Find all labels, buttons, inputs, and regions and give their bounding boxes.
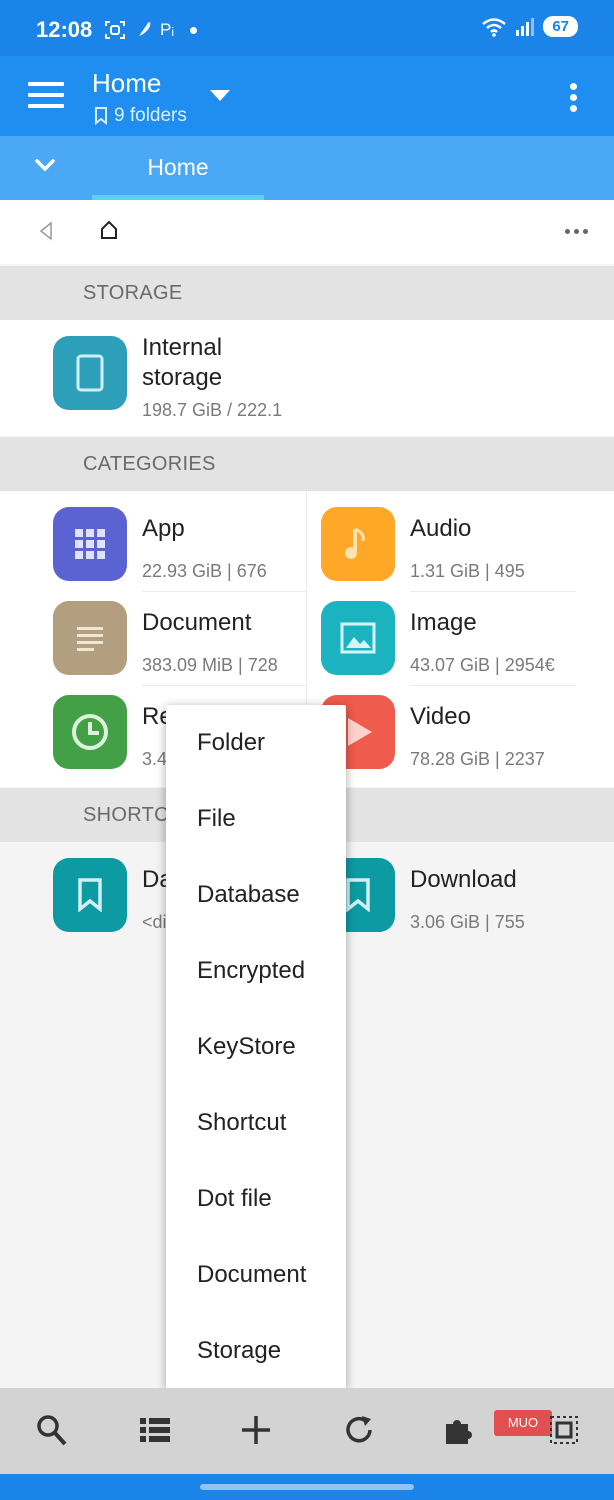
new-item-menu: Folder File Database Encrypted KeyStore … <box>166 705 346 1389</box>
category-meta: 78.28 GiB | 2237 <box>410 749 545 769</box>
storage-item-internal[interactable]: Internal storage 198.7 GiB / 222.1 <box>0 320 614 436</box>
menu-item-document[interactable]: Document <box>197 1261 306 1289</box>
category-name: Audio <box>410 515 472 542</box>
menu-item-shortcut[interactable]: Shortcut <box>197 1109 286 1137</box>
storage-name-line1: Internal <box>142 334 223 361</box>
section-header-storage: STORAGE <box>0 266 614 320</box>
apps-grid-icon <box>53 507 127 581</box>
category-app[interactable]: App 22.93 GiB | 676 <box>0 491 306 585</box>
notification-label: Pᵢ <box>160 20 175 39</box>
shortcut-meta: <di <box>142 912 167 932</box>
menu-item-storage[interactable]: Storage <box>197 1337 281 1365</box>
back-icon[interactable] <box>38 221 54 241</box>
screenshot-icon <box>105 21 125 39</box>
wifi-icon <box>482 17 507 37</box>
more-horiz-icon[interactable] <box>565 229 588 234</box>
page-title: Home <box>92 68 162 98</box>
list-view-icon[interactable] <box>139 1414 171 1446</box>
chevron-down-icon[interactable] <box>34 154 56 176</box>
category-name: Video <box>410 703 471 730</box>
category-meta: 3.4 <box>142 749 168 769</box>
plugin-icon[interactable] <box>443 1414 477 1446</box>
app-bar: Home 9 folders <box>0 56 614 136</box>
category-video[interactable]: Video 78.28 GiB | 2237 <box>307 679 614 779</box>
status-bar: 12:08 Pᵢ 67 <box>0 0 614 56</box>
menu-item-dot-file[interactable]: Dot file <box>197 1185 272 1213</box>
add-icon[interactable] <box>240 1414 272 1446</box>
menu-item-folder[interactable]: Folder <box>197 729 265 757</box>
folder-count-label: 9 folders <box>114 105 187 126</box>
music-note-icon <box>321 507 395 581</box>
image-icon <box>321 601 395 675</box>
signal-icon <box>516 17 535 36</box>
clock-icon <box>53 695 127 769</box>
tab-bar: Home <box>0 136 614 200</box>
category-document[interactable]: Document 383.09 MiB | 728 <box>0 585 306 679</box>
tablet-icon <box>53 336 127 410</box>
shortcut-name: Download <box>410 866 517 893</box>
tab-home[interactable]: Home <box>92 136 264 200</box>
category-meta: 22.93 GiB | 676 <box>142 561 267 581</box>
menu-item-file[interactable]: File <box>197 805 236 833</box>
title-dropdown-icon[interactable] <box>210 90 230 101</box>
breadcrumb <box>0 200 614 264</box>
category-name: Image <box>410 609 477 636</box>
document-icon <box>53 601 127 675</box>
category-name: Document <box>142 609 252 636</box>
select-icon[interactable] <box>549 1414 579 1446</box>
category-name: App <box>142 515 185 542</box>
category-meta: 43.07 GiB | 2954€ <box>410 655 555 675</box>
storage-name-line2: storage <box>142 364 223 391</box>
category-image[interactable]: Image 43.07 GiB | 2954€ <box>307 585 614 679</box>
section-header-categories: CATEGORIES <box>0 437 614 491</box>
folder-count: 9 folders <box>94 105 187 127</box>
search-icon[interactable] <box>36 1414 68 1448</box>
category-meta: 383.09 MiB | 728 <box>142 655 278 675</box>
bookmark-small-icon <box>95 107 107 125</box>
home-icon[interactable] <box>100 220 118 240</box>
hamburger-menu-icon[interactable] <box>28 82 64 110</box>
notification-dot-icon <box>190 26 198 34</box>
category-audio[interactable]: Audio 1.31 GiB | 495 <box>307 491 614 585</box>
more-vert-icon[interactable] <box>570 83 578 116</box>
menu-item-database[interactable]: Database <box>197 881 300 909</box>
menu-item-encrypted[interactable]: Encrypted <box>197 957 305 985</box>
category-meta: 1.31 GiB | 495 <box>410 561 525 581</box>
storage-usage: 198.7 GiB / 222.1 <box>142 400 283 420</box>
watermark-badge: MUO <box>494 1410 552 1436</box>
menu-item-keystore[interactable]: KeyStore <box>197 1033 296 1061</box>
refresh-icon[interactable] <box>343 1414 375 1446</box>
bookmark-icon <box>53 858 127 932</box>
shortcut-meta: 3.06 GiB | 755 <box>410 912 525 932</box>
battery-icon: 67 <box>543 16 578 37</box>
home-gesture-handle[interactable] <box>200 1484 414 1490</box>
clock: 12:08 <box>36 17 93 42</box>
shortcut-download[interactable]: Download 3.06 GiB | 755 <box>307 842 614 942</box>
feather-icon <box>137 22 151 39</box>
